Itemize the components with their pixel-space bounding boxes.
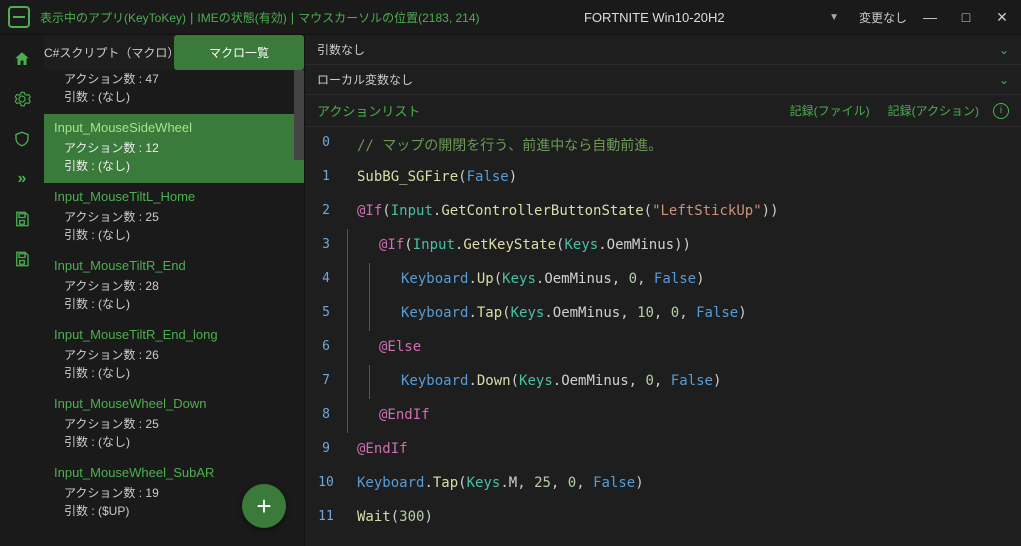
macro-name: Input_MouseWheel_Down — [54, 396, 294, 411]
macro-action-count: アクション数 : 28 — [54, 277, 294, 295]
expand-icon[interactable]: » — [12, 169, 32, 189]
line-number: 7 — [305, 373, 347, 388]
chevron-down-icon[interactable]: ⌄ — [999, 73, 1009, 87]
save-icon[interactable] — [12, 209, 32, 229]
line-number: 9 — [305, 441, 347, 456]
macro-name: Input_MouseTiltL_Home — [54, 189, 294, 204]
list-item-selected[interactable]: Input_MouseSideWheel アクション数 : 12 引数 : (な… — [44, 114, 304, 183]
macro-args: 引数 : (なし) — [54, 226, 294, 244]
home-icon[interactable] — [12, 49, 32, 69]
maximize-button[interactable]: □ — [953, 4, 979, 30]
actionlist-header: アクションリスト 記録(ファイル) 記録(アクション) i — [305, 95, 1021, 127]
code-line[interactable]: 6@Else — [305, 331, 1021, 365]
record-action-button[interactable]: 記録(アクション) — [888, 102, 979, 119]
macro-panel: C#スクリプト（マクロ） マクロ一覧 アクション数 : 47 引数 : (なし)… — [44, 35, 305, 546]
macro-action-count: アクション数 : 25 — [54, 208, 294, 226]
shield-icon[interactable] — [12, 129, 32, 149]
macro-args: 引数 : (なし) — [54, 295, 294, 313]
macro-args: 引数 : (なし) — [54, 364, 294, 382]
macro-name: Input_MouseWheel_SubAR — [54, 465, 294, 480]
info-icon[interactable]: i — [993, 103, 1009, 119]
code-editor[interactable]: 0// マップの開閉を行う、前進中なら自動前進。1SubBG_SGFire(Fa… — [305, 127, 1021, 546]
list-item[interactable]: Input_MouseTiltR_End_long アクション数 : 26引数 :… — [44, 321, 304, 390]
line-number: 11 — [305, 509, 347, 524]
args-label: 引数なし — [317, 41, 365, 58]
code-line[interactable]: 9@EndIf — [305, 433, 1021, 467]
status-ime: IMEの状態(有効) — [197, 9, 286, 26]
code-line[interactable]: 8@EndIf — [305, 399, 1021, 433]
code-line[interactable]: 10Keyboard.Tap(Keys.M, 25, 0, False) — [305, 467, 1021, 501]
macro-args: 引数 : (なし) — [54, 157, 294, 175]
locals-label: ローカル変数なし — [317, 71, 413, 88]
code-line[interactable]: 3@If(Input.GetKeyState(Keys.OemMinus)) — [305, 229, 1021, 263]
macro-action-count: アクション数 : 25 — [54, 415, 294, 433]
close-button[interactable]: ✕ — [989, 4, 1015, 30]
macro-name: Input_MouseTiltR_End — [54, 258, 294, 273]
list-item[interactable]: Input_MouseWheel_Down アクション数 : 25引数 : (なし… — [44, 390, 304, 459]
scrollbar-thumb[interactable] — [294, 70, 304, 160]
code-line[interactable]: 11Wait(300) — [305, 501, 1021, 535]
code-line[interactable]: 1SubBG_SGFire(False) — [305, 161, 1021, 195]
tab-macro-list[interactable]: マクロ一覧 — [174, 35, 304, 70]
macro-action-count: アクション数 : 12 — [54, 139, 294, 157]
code-line[interactable]: 2@If(Input.GetControllerButtonState("Lef… — [305, 195, 1021, 229]
line-number: 8 — [305, 407, 347, 422]
editor-panel: 引数なし ⌄ ローカル変数なし ⌄ アクションリスト 記録(ファイル) 記録(ア… — [305, 35, 1021, 546]
line-number: 2 — [305, 203, 347, 218]
code-line[interactable]: 4Keyboard.Up(Keys.OemMinus, 0, False) — [305, 263, 1021, 297]
macro-args: 引数 : (なし) — [54, 433, 294, 451]
list-item[interactable]: Input_MouseTiltR_End アクション数 : 28引数 : (なし) — [44, 252, 304, 321]
line-number: 10 — [305, 475, 347, 490]
macro-name: Input_MouseTiltR_End_long — [54, 327, 294, 342]
macro-action-count: アクション数 : 26 — [54, 346, 294, 364]
locals-header[interactable]: ローカル変数なし ⌄ — [305, 65, 1021, 95]
code-line[interactable]: 5Keyboard.Tap(Keys.OemMinus, 10, 0, Fals… — [305, 297, 1021, 331]
status-active-app: 表示中のアプリ(KeyToKey) — [40, 9, 186, 26]
app-icon — [8, 6, 30, 28]
nav-rail: » — [0, 35, 44, 546]
list-item[interactable]: アクション数 : 47 引数 : (なし) — [44, 70, 304, 114]
tab-csharp-script[interactable]: C#スクリプト（マクロ） — [44, 35, 174, 70]
line-number: 5 — [305, 305, 347, 320]
tabs: C#スクリプト（マクロ） マクロ一覧 — [44, 35, 304, 70]
dropdown-icon[interactable]: ▼ — [829, 12, 839, 23]
macro-args: 引数 : (なし) — [54, 88, 294, 106]
window-title: FORTNITE Win10-20H2 — [480, 10, 830, 25]
chevron-down-icon[interactable]: ⌄ — [999, 43, 1009, 57]
code-line[interactable]: 7Keyboard.Down(Keys.OemMinus, 0, False) — [305, 365, 1021, 399]
list-item[interactable]: Input_MouseTiltL_Home アクション数 : 25引数 : (なし… — [44, 183, 304, 252]
macro-name: Input_MouseSideWheel — [54, 120, 294, 135]
save-alt-icon[interactable] — [12, 249, 32, 269]
line-number: 0 — [305, 135, 347, 150]
macro-list[interactable]: アクション数 : 47 引数 : (なし) Input_MouseSideWhe… — [44, 70, 304, 546]
minimize-button[interactable]: — — [917, 4, 943, 30]
line-number: 4 — [305, 271, 347, 286]
add-macro-button[interactable]: + — [242, 484, 286, 528]
line-number: 3 — [305, 237, 347, 252]
separator: | — [190, 10, 193, 25]
record-file-button[interactable]: 記録(ファイル) — [790, 102, 870, 119]
separator: | — [291, 10, 294, 25]
gear-icon[interactable] — [12, 89, 32, 109]
status-cursor-pos: マウスカーソルの位置(2183, 214) — [298, 9, 479, 26]
args-header[interactable]: 引数なし ⌄ — [305, 35, 1021, 65]
actionlist-title: アクションリスト — [317, 101, 420, 120]
scrollbar[interactable] — [294, 70, 304, 546]
titlebar: 表示中のアプリ(KeyToKey) | IMEの状態(有効) | マウスカーソル… — [0, 0, 1021, 35]
line-number: 1 — [305, 169, 347, 184]
macro-action-count: アクション数 : 47 — [54, 70, 294, 88]
line-number: 6 — [305, 339, 347, 354]
code-line[interactable]: 0// マップの開閉を行う、前進中なら自動前進。 — [305, 127, 1021, 161]
change-status: 変更なし — [859, 9, 907, 26]
